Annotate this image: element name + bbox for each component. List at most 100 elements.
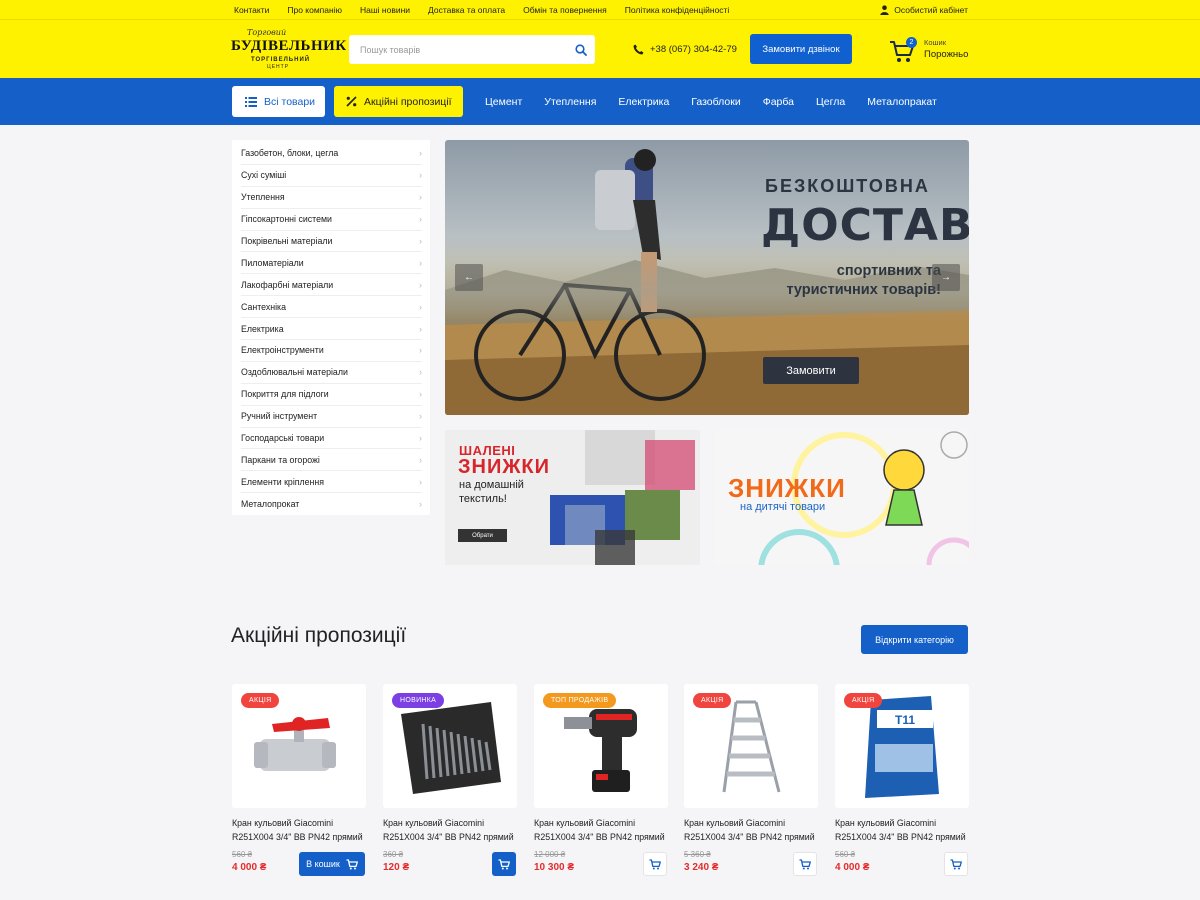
phone-number[interactable]: +38 (067) 304-42-79 bbox=[633, 40, 737, 58]
top-link-contacts[interactable]: Контакти bbox=[234, 5, 269, 15]
nav-link-metal[interactable]: Металопракат bbox=[867, 96, 937, 108]
product-image[interactable]: НОВИНКА bbox=[383, 684, 517, 808]
nav-link-electrics[interactable]: Електрика bbox=[618, 96, 669, 108]
sidebar-category-item[interactable]: Ручний інструмент › bbox=[241, 406, 422, 428]
add-to-cart-button[interactable] bbox=[492, 852, 516, 876]
product-image[interactable]: T11 АКЦІЯ bbox=[835, 684, 969, 808]
product-card[interactable]: ТОП ПРОДАЖІВ Кран кульовий Giacomini R251… bbox=[534, 684, 668, 884]
search-box bbox=[349, 35, 595, 64]
banner-kids[interactable]: ЗНИЖКИ на дитячі товари bbox=[714, 430, 969, 565]
nav-link-paint[interactable]: Фарба bbox=[763, 96, 794, 108]
product-card[interactable]: НОВИНКА Кран кульовий Giacomini R251X004 … bbox=[383, 684, 517, 884]
logo[interactable]: Торговий БУДІВЕЛЬНИК ТОРГІВЕЛЬНИЙ ЦЕНТР bbox=[231, 28, 346, 70]
nav-link-insulation[interactable]: Утеплення bbox=[544, 96, 596, 108]
product-name[interactable]: Кран кульовий Giacomini R251X004 3/4" ВВ… bbox=[684, 816, 818, 844]
svg-text:T11: T11 bbox=[895, 713, 915, 727]
sidebar-category-label: Утеплення bbox=[241, 192, 285, 203]
sidebar-category-item[interactable]: Сухі суміші › bbox=[241, 165, 422, 187]
sidebar-category-item[interactable]: Електрика › bbox=[241, 318, 422, 341]
percent-icon bbox=[346, 96, 357, 107]
hero-line1: БЕЗКОШТОВНА bbox=[765, 176, 930, 196]
chevron-right-icon: › bbox=[419, 476, 422, 487]
cart-status: Порожньо bbox=[924, 49, 969, 60]
open-category-button[interactable]: Відкрити категорію bbox=[861, 625, 968, 654]
sidebar-category-label: Газобетон, блоки, цегла bbox=[241, 148, 339, 159]
sidebar-category-item[interactable]: Господарські товари › bbox=[241, 428, 422, 450]
sidebar-category-label: Покрівельні матеріали bbox=[241, 236, 333, 246]
hero-order-button[interactable]: Замовити bbox=[763, 357, 859, 384]
slider-prev-button[interactable]: ← bbox=[455, 264, 483, 291]
product-card[interactable]: АКЦІЯ Кран кульовий Giacomini R251X004 3/… bbox=[684, 684, 818, 884]
cart-icon bbox=[346, 858, 358, 869]
cart-icon bbox=[950, 858, 962, 869]
cart[interactable]: 2 Кошик Порожньо bbox=[889, 36, 979, 66]
product-image[interactable]: АКЦІЯ bbox=[684, 684, 818, 808]
product-name[interactable]: Кран кульовий Giacomini R251X004 3/4" ВВ… bbox=[383, 816, 517, 844]
product-badge: АКЦІЯ bbox=[693, 693, 732, 708]
banner-textile[interactable]: ШАЛЕНІ ЗНИЖКИ на домашній текстиль! Обра… bbox=[445, 430, 700, 565]
product-old-price: 5 360 ₴ bbox=[684, 850, 711, 859]
nav-link-gas-blocks[interactable]: Газоблоки bbox=[691, 96, 740, 108]
chevron-right-icon: › bbox=[419, 148, 422, 159]
add-to-cart-button[interactable] bbox=[793, 852, 817, 876]
chevron-right-icon: › bbox=[419, 301, 422, 312]
category-sidebar: Газобетон, блоки, цегла › Сухі суміші › Утеп… bbox=[232, 140, 430, 515]
top-link-delivery[interactable]: Доставка та оплата bbox=[428, 5, 505, 15]
list-icon bbox=[245, 96, 257, 107]
product-card[interactable]: T11 АКЦІЯ Кран кульовий Giacomini R251X004… bbox=[835, 684, 969, 884]
main-nav: Всі товари Акційні пропозиції Цемент Уте… bbox=[0, 78, 1200, 125]
sidebar-category-label: Гіпсокартонні системи bbox=[241, 214, 332, 225]
product-old-price: 360 ₴ bbox=[383, 850, 404, 859]
product-old-price: 560 ₴ bbox=[232, 850, 253, 859]
all-products-button[interactable]: Всі товари bbox=[232, 86, 325, 117]
nav-link-cement[interactable]: Цемент bbox=[485, 96, 522, 108]
sidebar-category-label: Електроінструменти bbox=[241, 345, 324, 356]
product-image[interactable]: ТОП ПРОДАЖІВ bbox=[534, 684, 668, 808]
textile-line2: ЗНИЖКИ bbox=[458, 456, 551, 478]
product-name[interactable]: Кран кульовий Giacomini R251X004 3/4" ВВ… bbox=[534, 816, 668, 844]
sidebar-category-item[interactable]: Електроінструменти › bbox=[241, 340, 422, 362]
add-to-cart-button[interactable]: В кошик bbox=[299, 852, 365, 876]
sidebar-category-item[interactable]: Покриття для підлоги › bbox=[241, 384, 422, 406]
hero-slider: БЕЗКОШТОВНА ДОСТАВКА спортивних та турис… bbox=[445, 140, 969, 415]
sidebar-category-item[interactable]: Елементи кріплення › bbox=[241, 471, 422, 494]
chevron-right-icon: › bbox=[419, 389, 422, 400]
sidebar-category-item[interactable]: Пиломатеріали › bbox=[241, 252, 422, 275]
nav-link-bricks[interactable]: Цегла bbox=[816, 96, 845, 108]
search-button[interactable] bbox=[567, 35, 595, 64]
product-name[interactable]: Кран кульовий Giacomini R251X004 3/4" ВВ… bbox=[232, 816, 366, 844]
sidebar-category-item[interactable]: Покрівельні матеріали › bbox=[241, 231, 422, 253]
top-link-privacy[interactable]: Політика конфіденційності bbox=[625, 5, 730, 15]
sidebar-category-item[interactable]: Оздоблювальні матеріали › bbox=[241, 362, 422, 384]
add-to-cart-button[interactable] bbox=[643, 852, 667, 876]
user-icon bbox=[880, 5, 889, 15]
top-links: Контакти Про компанію Наші новини Достав… bbox=[234, 0, 729, 20]
sidebar-category-item[interactable]: Металопрокат › bbox=[241, 493, 422, 515]
top-link-news[interactable]: Наші новини bbox=[360, 5, 410, 15]
sidebar-category-label: Лакофарбні матеріали bbox=[241, 279, 334, 290]
sidebar-category-item[interactable]: Утеплення › bbox=[241, 187, 422, 209]
chevron-right-icon: › bbox=[419, 411, 422, 422]
sidebar-category-item[interactable]: Сантехніка › bbox=[241, 296, 422, 319]
callback-button[interactable]: Замовити дзвінок bbox=[750, 34, 852, 64]
add-to-cart-button[interactable] bbox=[944, 852, 968, 876]
sidebar-category-item[interactable]: Гіпсокартонні системи › bbox=[241, 209, 422, 231]
product-name[interactable]: Кран кульовий Giacomini R251X004 3/4" ВВ… bbox=[835, 816, 969, 844]
cart-icon bbox=[799, 858, 811, 869]
top-link-returns[interactable]: Обмін та повернення bbox=[523, 5, 607, 15]
promo-button[interactable]: Акційні пропозиції bbox=[334, 86, 463, 117]
sidebar-category-item[interactable]: Газобетон, блоки, цегла › bbox=[241, 143, 422, 165]
top-link-about[interactable]: Про компанію bbox=[287, 5, 342, 15]
product-image[interactable]: АКЦІЯ bbox=[232, 684, 366, 808]
chevron-right-icon: › bbox=[419, 214, 422, 225]
sidebar-category-item[interactable]: Лакофарбні матеріали › bbox=[241, 274, 422, 297]
header: Торговий БУДІВЕЛЬНИК ТОРГІВЕЛЬНИЙ ЦЕНТР … bbox=[0, 20, 1200, 78]
sidebar-category-item[interactable]: Паркани та огорожі › bbox=[241, 449, 422, 472]
textile-choose-button[interactable]: Обрати bbox=[458, 529, 507, 542]
account-link[interactable]: Особистий кабінет bbox=[880, 0, 968, 20]
slider-next-button[interactable]: → bbox=[932, 264, 960, 291]
sidebar-category-label: Покриття для підлоги bbox=[241, 389, 329, 400]
search-input[interactable] bbox=[349, 35, 567, 64]
product-card[interactable]: АКЦІЯ Кран кульовий Giacomini R251X004 3/… bbox=[232, 684, 366, 884]
textile-line3: на домашній текстиль! bbox=[459, 479, 524, 505]
